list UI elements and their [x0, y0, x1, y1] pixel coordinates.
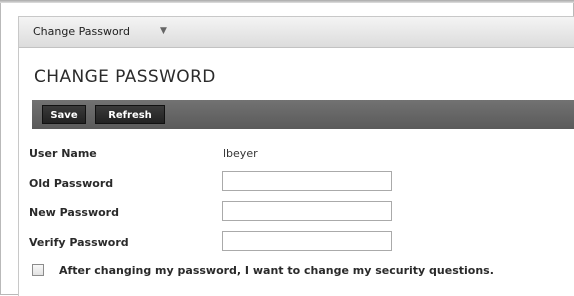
refresh-button[interactable]: Refresh	[95, 105, 165, 124]
verify-password-label: Verify Password	[29, 236, 129, 249]
security-questions-label: After changing my password, I want to ch…	[59, 264, 494, 277]
tab-change-password[interactable]: Change Password	[33, 25, 130, 38]
toolbar: Save Refresh	[32, 100, 574, 129]
user-name-label: User Name	[29, 147, 97, 160]
verify-password-field[interactable]	[222, 231, 392, 251]
new-password-label: New Password	[29, 206, 119, 219]
old-password-label: Old Password	[29, 177, 114, 190]
old-password-field[interactable]	[222, 171, 392, 191]
tab-header: Change Password ▼	[19, 17, 574, 48]
new-password-field[interactable]	[222, 201, 392, 221]
chevron-down-icon[interactable]: ▼	[160, 26, 167, 36]
security-questions-checkbox[interactable]	[32, 264, 44, 276]
page-title: CHANGE PASSWORD	[34, 67, 216, 87]
user-name-value: lbeyer	[223, 147, 258, 160]
top-border	[0, 0, 574, 3]
save-button[interactable]: Save	[42, 105, 86, 124]
change-password-panel: Change Password ▼ CHANGE PASSWORD Save R…	[18, 16, 574, 296]
